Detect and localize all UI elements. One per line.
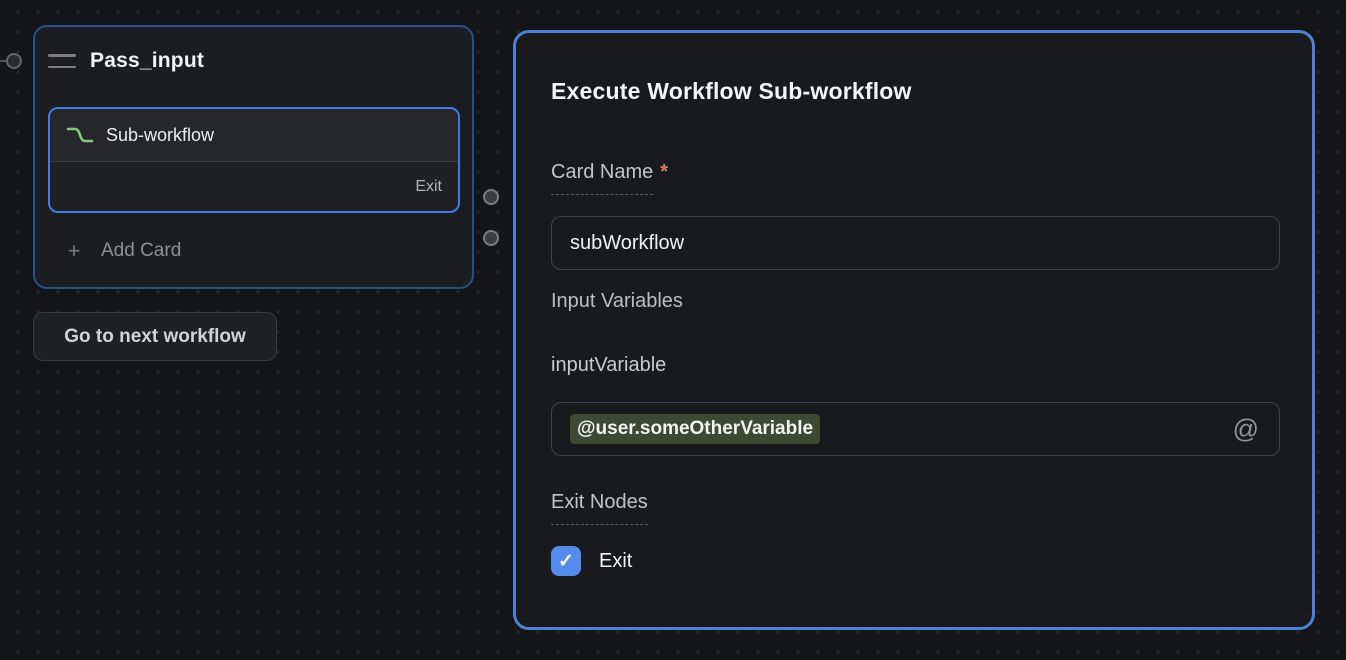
drag-handle-icon[interactable] (48, 54, 78, 68)
card-name-value: subWorkflow (570, 232, 684, 255)
card-title-row: Sub-workflow (50, 109, 458, 162)
input-variables-section-label: Input Variables (551, 290, 683, 313)
variable-token[interactable]: @user.someOtherVariable (570, 414, 820, 444)
workflow-node-pass-input[interactable]: Pass_input Sub-workflow Exit + Add Card (33, 25, 474, 289)
card-exit-label[interactable]: Exit (415, 178, 442, 196)
input-variable-name-label: inputVariable (551, 354, 666, 377)
sub-workflow-icon (66, 123, 96, 147)
card-title: Sub-workflow (106, 125, 214, 146)
required-marker: * (660, 161, 668, 183)
card-name-label: Card Name (551, 161, 653, 195)
output-port-bottom[interactable] (483, 230, 499, 246)
panel-title: Execute Workflow Sub-workflow (551, 78, 912, 105)
exit-checkbox[interactable]: ✓ (551, 546, 581, 576)
go-to-next-workflow-button[interactable]: Go to next workflow (33, 312, 277, 361)
sub-workflow-card[interactable]: Sub-workflow Exit (48, 107, 460, 213)
at-sign-icon[interactable]: @ (1233, 414, 1259, 445)
execute-workflow-panel: Execute Workflow Sub-workflow Card Name *… (513, 30, 1315, 630)
plus-icon: + (63, 238, 85, 264)
exit-nodes-label-row: Exit Nodes (551, 491, 648, 525)
check-icon: ✓ (558, 552, 574, 571)
card-name-label-row: Card Name * (551, 161, 668, 195)
input-port[interactable] (6, 53, 22, 69)
node-header: Pass_input (48, 49, 456, 73)
card-exit-row: Exit (50, 162, 458, 212)
add-card-label: Add Card (101, 240, 181, 262)
card-name-input[interactable]: subWorkflow (551, 216, 1280, 270)
go-to-next-workflow-label: Go to next workflow (64, 326, 246, 348)
add-card-button[interactable]: + Add Card (63, 235, 181, 267)
exit-nodes-section-label: Exit Nodes (551, 491, 648, 525)
exit-checkbox-label: Exit (599, 550, 632, 573)
workflow-canvas[interactable]: Pass_input Sub-workflow Exit + Add Card … (0, 0, 1346, 660)
output-port-top[interactable] (483, 189, 499, 205)
exit-checkbox-row: ✓ Exit (551, 546, 632, 576)
node-title: Pass_input (90, 49, 204, 73)
input-variable-input[interactable]: @user.someOtherVariable @ (551, 402, 1280, 456)
